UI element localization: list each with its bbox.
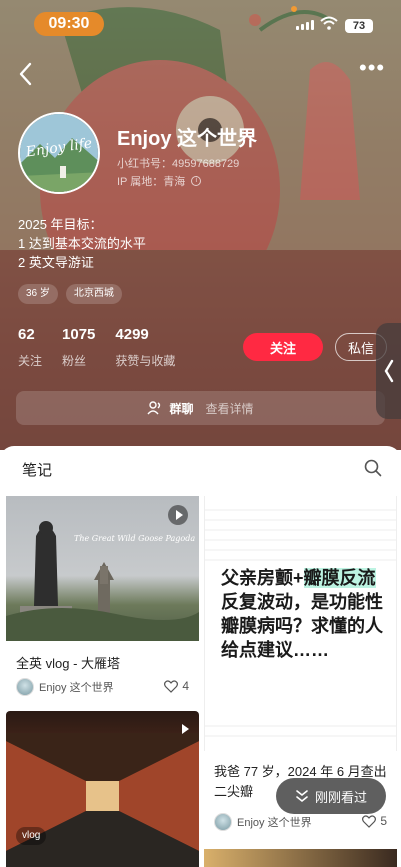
like-button[interactable]: 4	[164, 679, 189, 693]
like-count: 5	[380, 814, 387, 828]
status-time: 09:30	[34, 12, 104, 36]
double-chevron-down-icon	[296, 790, 308, 803]
note-author[interactable]: Enjoy 这个世界	[214, 813, 312, 831]
group-chat-label: 群聊	[169, 401, 194, 416]
follow-button[interactable]: 关注	[243, 333, 323, 361]
author-name: Enjoy 这个世界	[39, 682, 114, 694]
search-icon[interactable]	[364, 459, 382, 477]
profile-bio: 2025 年目标： 1 达到基本交流的水平 2 英文导游证	[18, 215, 146, 272]
heart-icon	[164, 679, 179, 693]
ip-location-text: IP 属地：青海	[117, 176, 186, 188]
vlog-tag: vlog	[16, 827, 47, 845]
author-avatar	[214, 813, 232, 831]
red-id[interactable]: 小红书号：49597688729	[117, 155, 239, 171]
note-title: 全英 vlog - 大雁塔	[16, 656, 121, 671]
tab-notes[interactable]: 笔记	[22, 459, 52, 480]
heart-icon	[362, 814, 377, 828]
group-chat-detail: 查看详情	[205, 401, 254, 416]
note-card[interactable]: vlog	[6, 711, 199, 867]
recently-viewed-button[interactable]: 刚刚看过	[276, 778, 386, 814]
battery-indicator: 73	[345, 19, 373, 33]
video-play-icon	[174, 719, 194, 739]
stat-following[interactable]: 62 关注	[18, 326, 42, 369]
note-card[interactable]: The Great Wild Goose Pagoda 全英 vlog - 大雁…	[6, 496, 199, 702]
note-cover-text: 父亲房颤+瓣膜反流反复波动，是功能性瓣膜病吗？求懂的人给点建议……	[221, 566, 391, 662]
profile-tags: 36 岁 北京西城	[18, 284, 122, 304]
bio-line: 2 英文导游证	[18, 255, 94, 270]
tag-location: 北京西城	[65, 284, 122, 304]
stat-label: 获赞与收藏	[115, 354, 176, 368]
author-avatar	[16, 678, 34, 696]
wifi-icon	[320, 16, 338, 30]
stat-likes-collects[interactable]: 4299 获赞与收藏	[115, 326, 175, 369]
stat-followers[interactable]: 1075 粉丝	[62, 326, 95, 369]
note-cover-image: 父亲房颤+瓣膜反流反复波动，是功能性瓣膜病吗？求懂的人给点建议……	[204, 496, 397, 751]
note-author[interactable]: Enjoy 这个世界	[16, 678, 114, 696]
bio-line: 1 达到基本交流的水平	[18, 236, 146, 251]
group-chat-bar[interactable]: 群聊 查看详情	[16, 391, 385, 425]
bio-line: 2025 年目标：	[18, 217, 103, 232]
note-card[interactable]	[204, 849, 397, 867]
overlay-caption: The Great Wild Goose Pagoda	[74, 534, 195, 543]
author-name: Enjoy 这个世界	[237, 817, 312, 829]
cover-text-part: 父亲房颤+	[221, 568, 304, 588]
info-icon[interactable]: i	[191, 176, 202, 186]
like-button[interactable]: 5	[362, 814, 387, 828]
stat-number: 1075	[62, 326, 96, 343]
cellular-signal-icon	[296, 20, 314, 30]
stat-number: 62	[18, 326, 35, 343]
back-icon[interactable]	[14, 60, 38, 88]
more-options-icon[interactable]: •••	[359, 57, 385, 82]
profile-nickname: Enjoy 这个世界	[117, 128, 258, 150]
ip-location: IP 属地：青海 i	[117, 173, 202, 189]
status-bar: 09:30 73	[0, 0, 401, 44]
profile-header: 09:30 73 ••• Enjoy life Enjoy 这个世界 小红书号：…	[0, 0, 401, 450]
recently-viewed-label: 刚刚看过	[314, 789, 367, 805]
side-drawer-handle[interactable]	[376, 323, 401, 419]
tag-age: 36 岁	[18, 284, 58, 304]
stat-number: 4299	[115, 326, 149, 343]
cover-text-part: 反复波动，是功能性瓣膜病吗？求懂的人给点建议……	[221, 592, 383, 660]
note-cover-image: vlog	[6, 711, 199, 867]
like-count: 4	[182, 679, 189, 693]
chevron-left-icon	[384, 359, 393, 383]
video-play-icon	[168, 505, 188, 525]
group-icon	[147, 401, 161, 415]
stat-label: 粉丝	[62, 354, 87, 368]
privacy-indicator-dot	[291, 6, 297, 12]
cover-text-highlight: 瓣膜	[303, 568, 340, 588]
stat-label: 关注	[18, 354, 43, 368]
avatar[interactable]: Enjoy life	[18, 112, 100, 194]
profile-stats: 62 关注 1075 粉丝 4299 获赞与收藏	[18, 326, 195, 369]
cover-text-highlight: 反流	[339, 568, 376, 588]
note-cover-image: The Great Wild Goose Pagoda	[6, 496, 199, 641]
